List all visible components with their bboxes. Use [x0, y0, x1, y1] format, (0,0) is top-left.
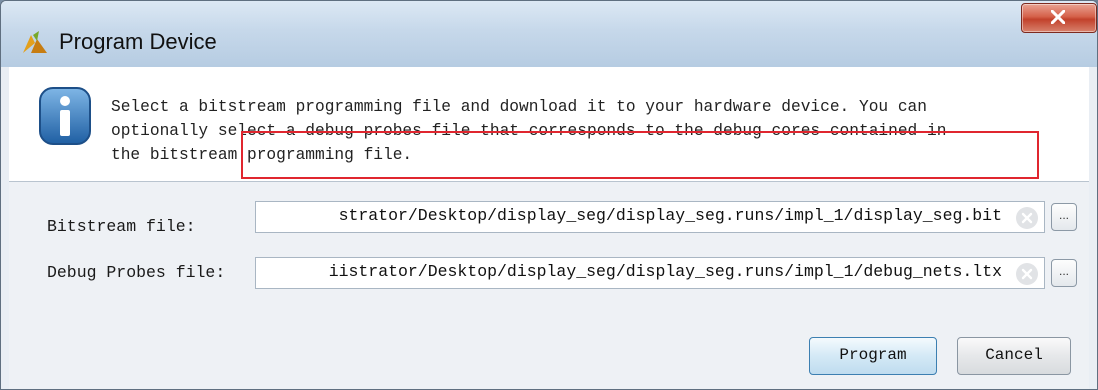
title-bar[interactable]: Program Device [1, 1, 1097, 67]
info-icon [37, 85, 93, 147]
window-title: Program Device [59, 29, 217, 54]
bitstream-browse-button[interactable]: ... [1051, 203, 1077, 231]
bitstream-highlight-box [241, 131, 1039, 179]
dialog-content: Select a bitstream programming file and … [9, 67, 1089, 389]
bitstream-file-label: Bitstream file: [47, 217, 196, 236]
debug-probes-file-label: Debug Probes file: [47, 263, 226, 282]
cancel-button[interactable]: Cancel [957, 337, 1071, 375]
program-button[interactable]: Program [809, 337, 937, 375]
program-device-dialog: Program Device Select a bitstream progra… [0, 0, 1098, 390]
debug-probes-file-value: iistrator/Desktop/display_seg/display_se… [328, 262, 1002, 281]
debug-probes-browse-button[interactable]: ... [1051, 259, 1077, 287]
close-button[interactable] [1021, 3, 1097, 33]
bitstream-file-value: strator/Desktop/display_seg/display_seg.… [338, 206, 1002, 225]
clear-bitstream-icon[interactable] [1016, 207, 1038, 229]
close-icon [1051, 10, 1065, 24]
bitstream-file-input[interactable]: strator/Desktop/display_seg/display_seg.… [255, 201, 1045, 233]
clear-debug-probes-icon[interactable] [1016, 263, 1038, 285]
vivado-logo-icon [21, 29, 49, 55]
debug-probes-file-input[interactable]: iistrator/Desktop/display_seg/display_se… [255, 257, 1045, 289]
info-line-1: Select a bitstream programming file and … [111, 98, 927, 116]
